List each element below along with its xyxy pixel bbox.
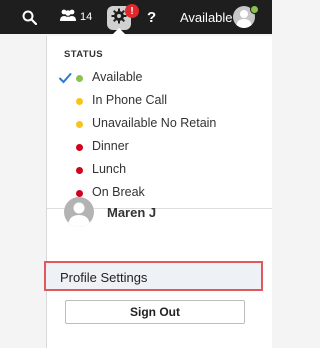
dropdown-caret (111, 28, 127, 36)
user-name: Maren J (107, 205, 157, 220)
status-label: On Break (92, 185, 145, 199)
sign-out-button[interactable]: Sign Out (65, 300, 245, 324)
current-status[interactable]: Available (180, 0, 233, 34)
status-item-unavailable-no-retain[interactable]: Unavailable No Retain (47, 113, 272, 135)
status-dropdown-menu: STATUS Available In Phone Call Unavailab… (44, 36, 272, 348)
status-label: Unavailable No Retain (92, 116, 217, 130)
status-item-in-phone-call[interactable]: In Phone Call (47, 90, 272, 112)
profile-settings-item[interactable]: Profile Settings (44, 261, 263, 291)
status-item-available[interactable]: Available (47, 67, 272, 89)
status-dot-yellow (76, 121, 83, 128)
people-count: 14 (80, 11, 93, 23)
status-dot-red (76, 144, 83, 151)
user-avatar-icon (64, 197, 94, 227)
status-dot-green (76, 75, 83, 82)
presence-dot (250, 5, 259, 14)
search-icon[interactable] (22, 0, 37, 34)
status-dot-red (76, 190, 83, 197)
people-button[interactable]: 14 (59, 0, 92, 34)
status-dot-red (76, 167, 83, 174)
status-item-dinner[interactable]: Dinner (47, 136, 272, 158)
status-item-lunch[interactable]: Lunch (47, 159, 272, 181)
status-dot-yellow (76, 98, 83, 105)
status-label: Lunch (92, 162, 127, 176)
status-label: In Phone Call (92, 93, 168, 107)
status-label: Dinner (92, 139, 129, 153)
status-section-title: STATUS (64, 49, 103, 60)
profile-settings-label: Profile Settings (60, 270, 148, 285)
status-label: Available (92, 70, 143, 84)
checkmark-icon (58, 71, 72, 85)
notification-badge: ! (125, 4, 139, 18)
top-bar: 14 ! ? Available (0, 0, 272, 34)
people-icon (59, 8, 77, 26)
help-icon[interactable]: ? (147, 0, 156, 34)
